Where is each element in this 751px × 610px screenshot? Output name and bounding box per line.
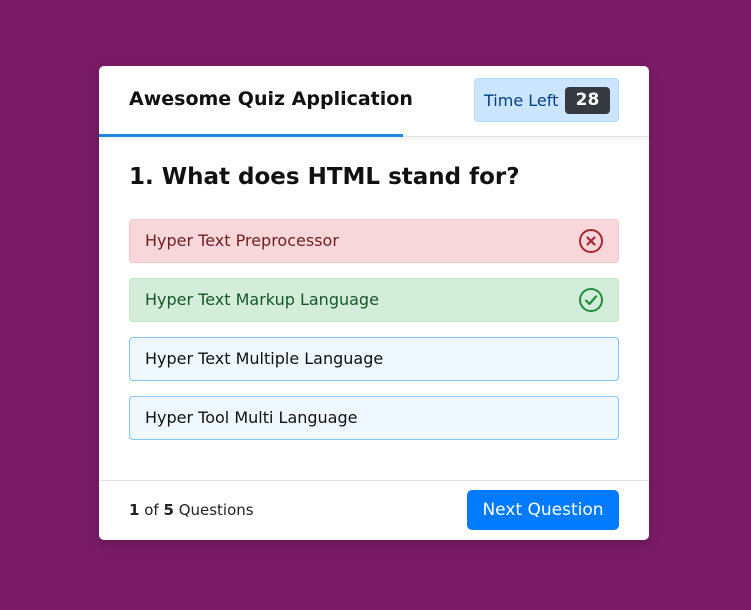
timer: Time Left 28: [474, 78, 619, 122]
option-label: Hyper Text Preprocessor: [145, 231, 339, 250]
option-2[interactable]: Hyper Text Markup Language: [129, 278, 619, 322]
option-list: Hyper Text Preprocessor Hyper Text Marku…: [129, 219, 619, 455]
question-text: 1. What does HTML stand for?: [129, 164, 520, 190]
quiz-footer: 1 of 5 Questions Next Question: [99, 480, 649, 540]
timer-seconds: 28: [565, 87, 610, 114]
next-question-button[interactable]: Next Question: [467, 490, 619, 530]
quiz-title: Awesome Quiz Application: [129, 88, 413, 110]
check-circle-icon: [579, 288, 603, 312]
timer-label: Time Left: [484, 91, 559, 110]
option-label: Hyper Text Multiple Language: [145, 349, 384, 368]
option-3[interactable]: Hyper Text Multiple Language: [129, 337, 619, 381]
option-label: Hyper Tool Multi Language: [145, 408, 358, 427]
question-counter: 1 of 5 Questions: [129, 501, 254, 519]
quiz-header: Awesome Quiz Application Time Left 28: [99, 66, 649, 137]
time-progress-line: [99, 134, 403, 137]
option-1[interactable]: Hyper Text Preprocessor: [129, 219, 619, 263]
of-label: of: [144, 501, 159, 519]
total-questions: 5: [163, 501, 174, 519]
questions-label: Questions: [178, 501, 254, 519]
option-4[interactable]: Hyper Tool Multi Language: [129, 396, 619, 440]
option-label: Hyper Text Markup Language: [145, 290, 379, 309]
x-circle-icon: [579, 229, 603, 253]
quiz-box: Awesome Quiz Application Time Left 28 1.…: [99, 66, 649, 540]
current-question-number: 1: [129, 501, 140, 519]
